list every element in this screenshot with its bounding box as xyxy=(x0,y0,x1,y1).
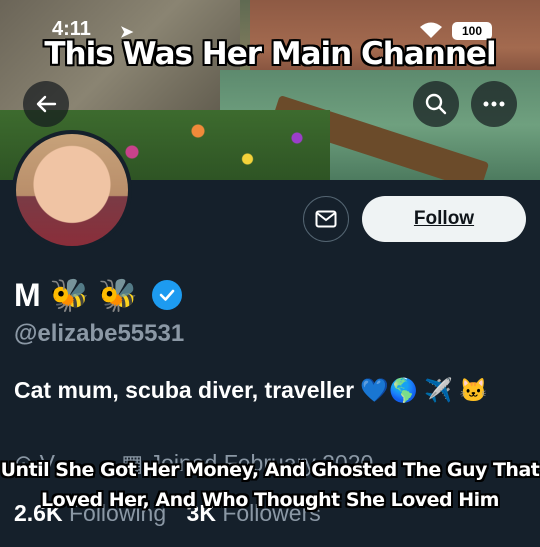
verified-badge-icon[interactable] xyxy=(152,280,183,310)
display-name-row: M 🐝 🐝 xyxy=(14,276,183,314)
more-icon xyxy=(483,101,505,107)
search-icon xyxy=(425,93,447,115)
caption-top: This Was Her Main Channel xyxy=(44,36,496,72)
mail-icon xyxy=(315,210,337,228)
caption-bottom: Until She Got Her Money, And Ghosted The… xyxy=(0,459,540,511)
profile-bio: Cat mum, scuba diver, traveller 💙🌎 ✈️ 🐱 xyxy=(14,377,488,403)
message-button[interactable] xyxy=(303,196,349,242)
search-button[interactable] xyxy=(413,81,459,127)
display-name: M 🐝 🐝 xyxy=(14,277,139,313)
back-button[interactable] xyxy=(23,81,69,127)
user-handle: @elizabe55531 xyxy=(14,320,185,347)
avatar[interactable] xyxy=(12,130,132,250)
follow-button[interactable]: Follow xyxy=(362,196,526,242)
back-arrow-icon xyxy=(36,95,57,113)
more-button[interactable] xyxy=(471,81,517,127)
